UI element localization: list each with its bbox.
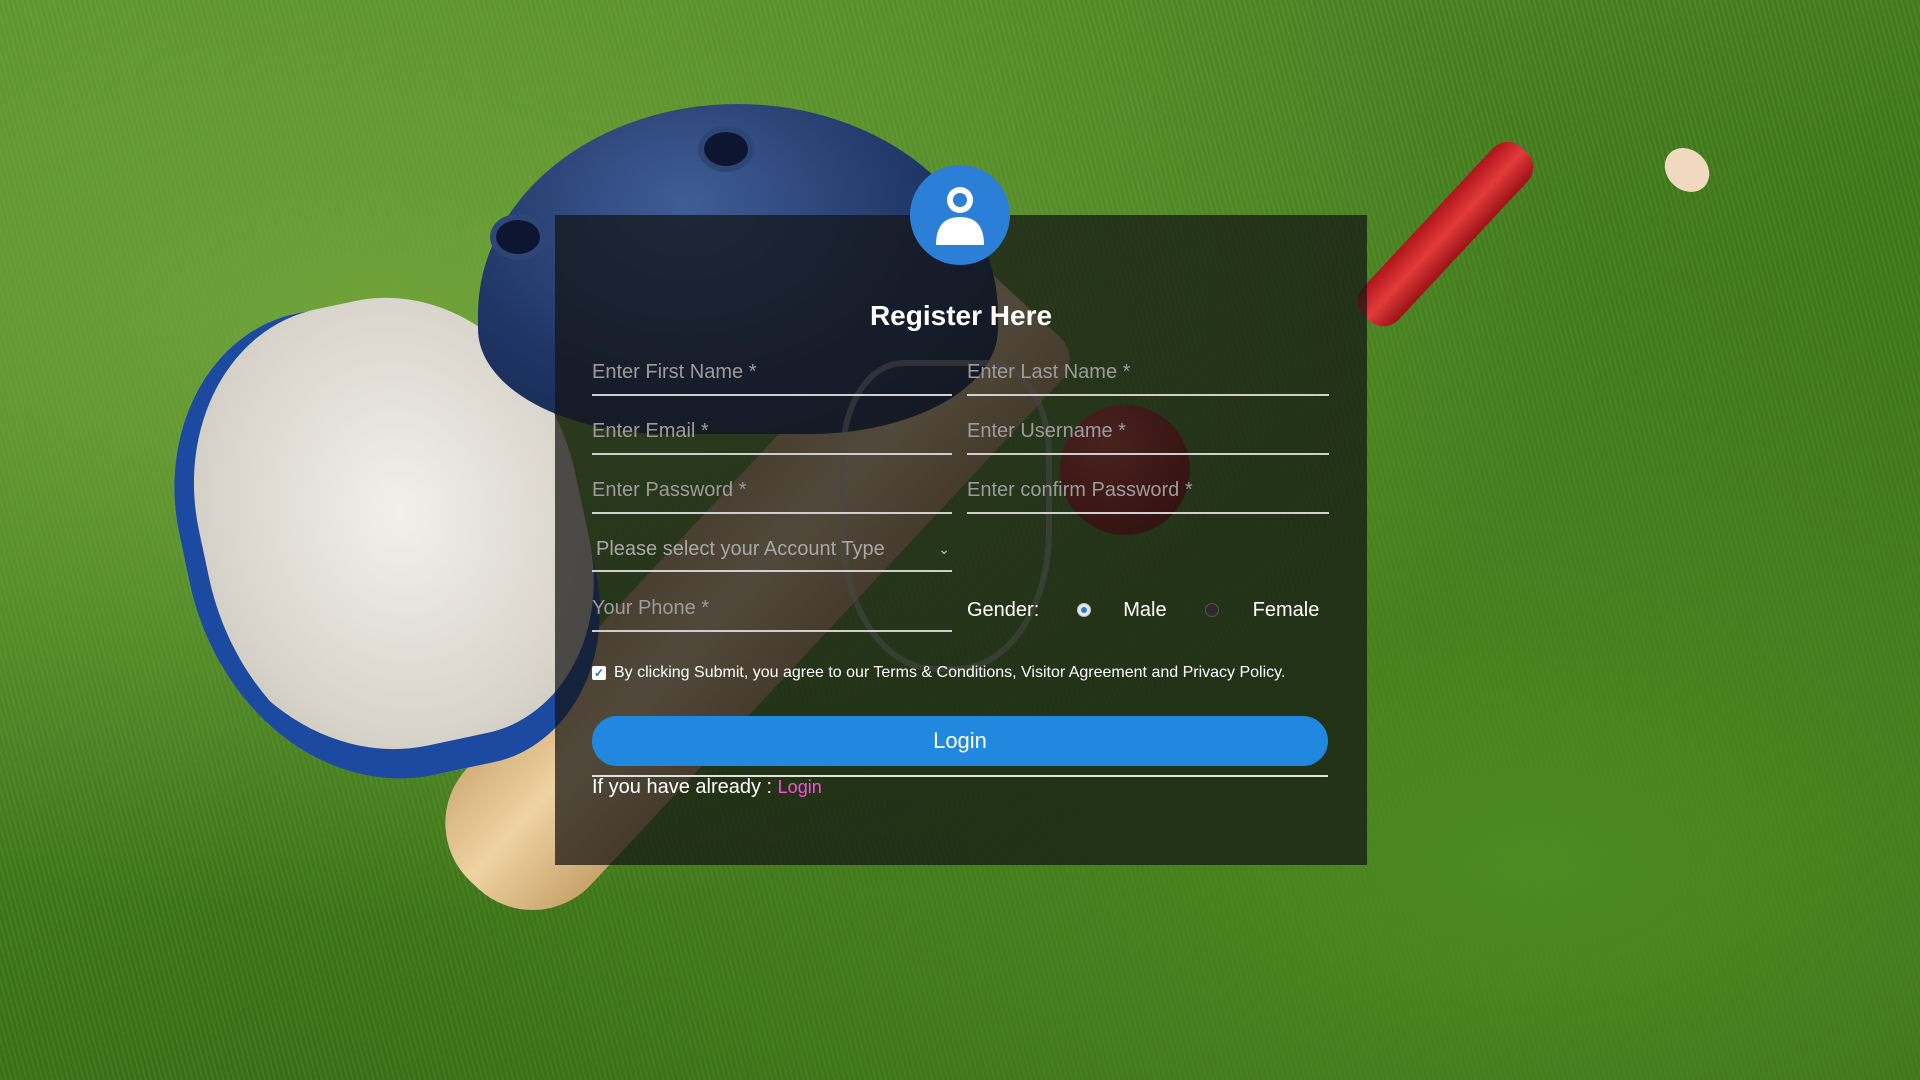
bat-handle <box>1349 133 1542 335</box>
gender-male-radio[interactable] <box>1077 603 1092 617</box>
agreement-checkbox[interactable]: ✓ <box>592 666 606 680</box>
username-input[interactable] <box>967 409 1329 455</box>
gender-female-label: Female <box>1252 598 1320 621</box>
user-icon <box>910 165 1010 265</box>
agreement-text: By clicking Submit, you agree to our Ter… <box>614 664 1286 681</box>
chevron-down-icon: ⌄ <box>938 540 950 557</box>
bat-cap <box>1655 139 1719 201</box>
gender-female-radio[interactable] <box>1204 603 1219 617</box>
login-link[interactable]: Login <box>778 777 822 797</box>
already-registered-row: If you have already : Login <box>592 776 822 799</box>
login-button[interactable]: Login <box>592 716 1328 766</box>
agreement-row: ✓ By clicking Submit, you agree to our T… <box>592 664 1285 682</box>
gender-group: Gender: Male Female <box>967 592 1329 628</box>
last-name-input[interactable] <box>967 350 1329 396</box>
helmet-vent <box>490 214 546 260</box>
email-input[interactable] <box>592 409 952 455</box>
gender-male-label: Male <box>1123 598 1167 621</box>
user-icon-glyph <box>936 187 984 245</box>
phone-input[interactable] <box>592 586 952 632</box>
gender-label: Gender: <box>967 598 1040 621</box>
helmet-vent <box>698 126 754 172</box>
already-text: If you have already : <box>592 776 778 798</box>
confirm-password-input[interactable] <box>967 468 1329 514</box>
first-name-input[interactable] <box>592 350 952 396</box>
account-type-value: Please select your Account Type <box>596 537 885 560</box>
account-type-select[interactable]: Please select your Account Type ⌄ <box>592 528 952 572</box>
form-title: Register Here <box>869 300 1053 331</box>
password-input[interactable] <box>592 468 952 514</box>
